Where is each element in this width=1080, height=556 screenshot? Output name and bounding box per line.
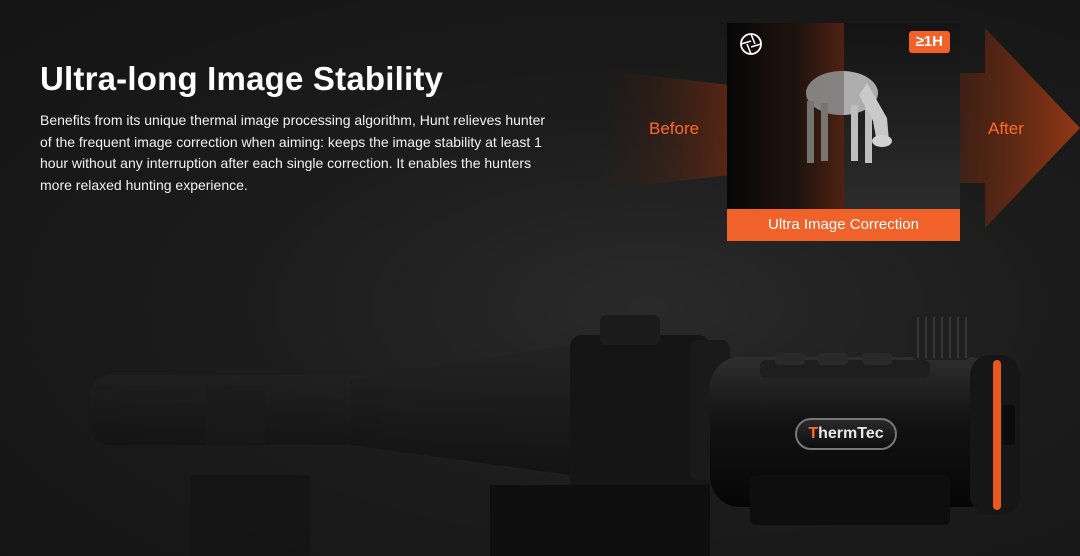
comparison-card: ≥1H Ultra Image Correction — [727, 23, 960, 241]
card-caption: Ultra Image Correction — [727, 209, 960, 241]
before-label: Before — [649, 119, 700, 138]
after-label: After — [988, 119, 1024, 138]
thermal-scope-image — [90, 315, 1020, 556]
duration-badge: ≥1H — [908, 31, 950, 53]
section-title: Ultra-long Image Stability — [40, 60, 444, 97]
section-description: Benefits from its unique thermal image p… — [40, 112, 546, 193]
aperture-icon — [740, 33, 762, 55]
brand-logo: ThermTec — [795, 418, 897, 450]
